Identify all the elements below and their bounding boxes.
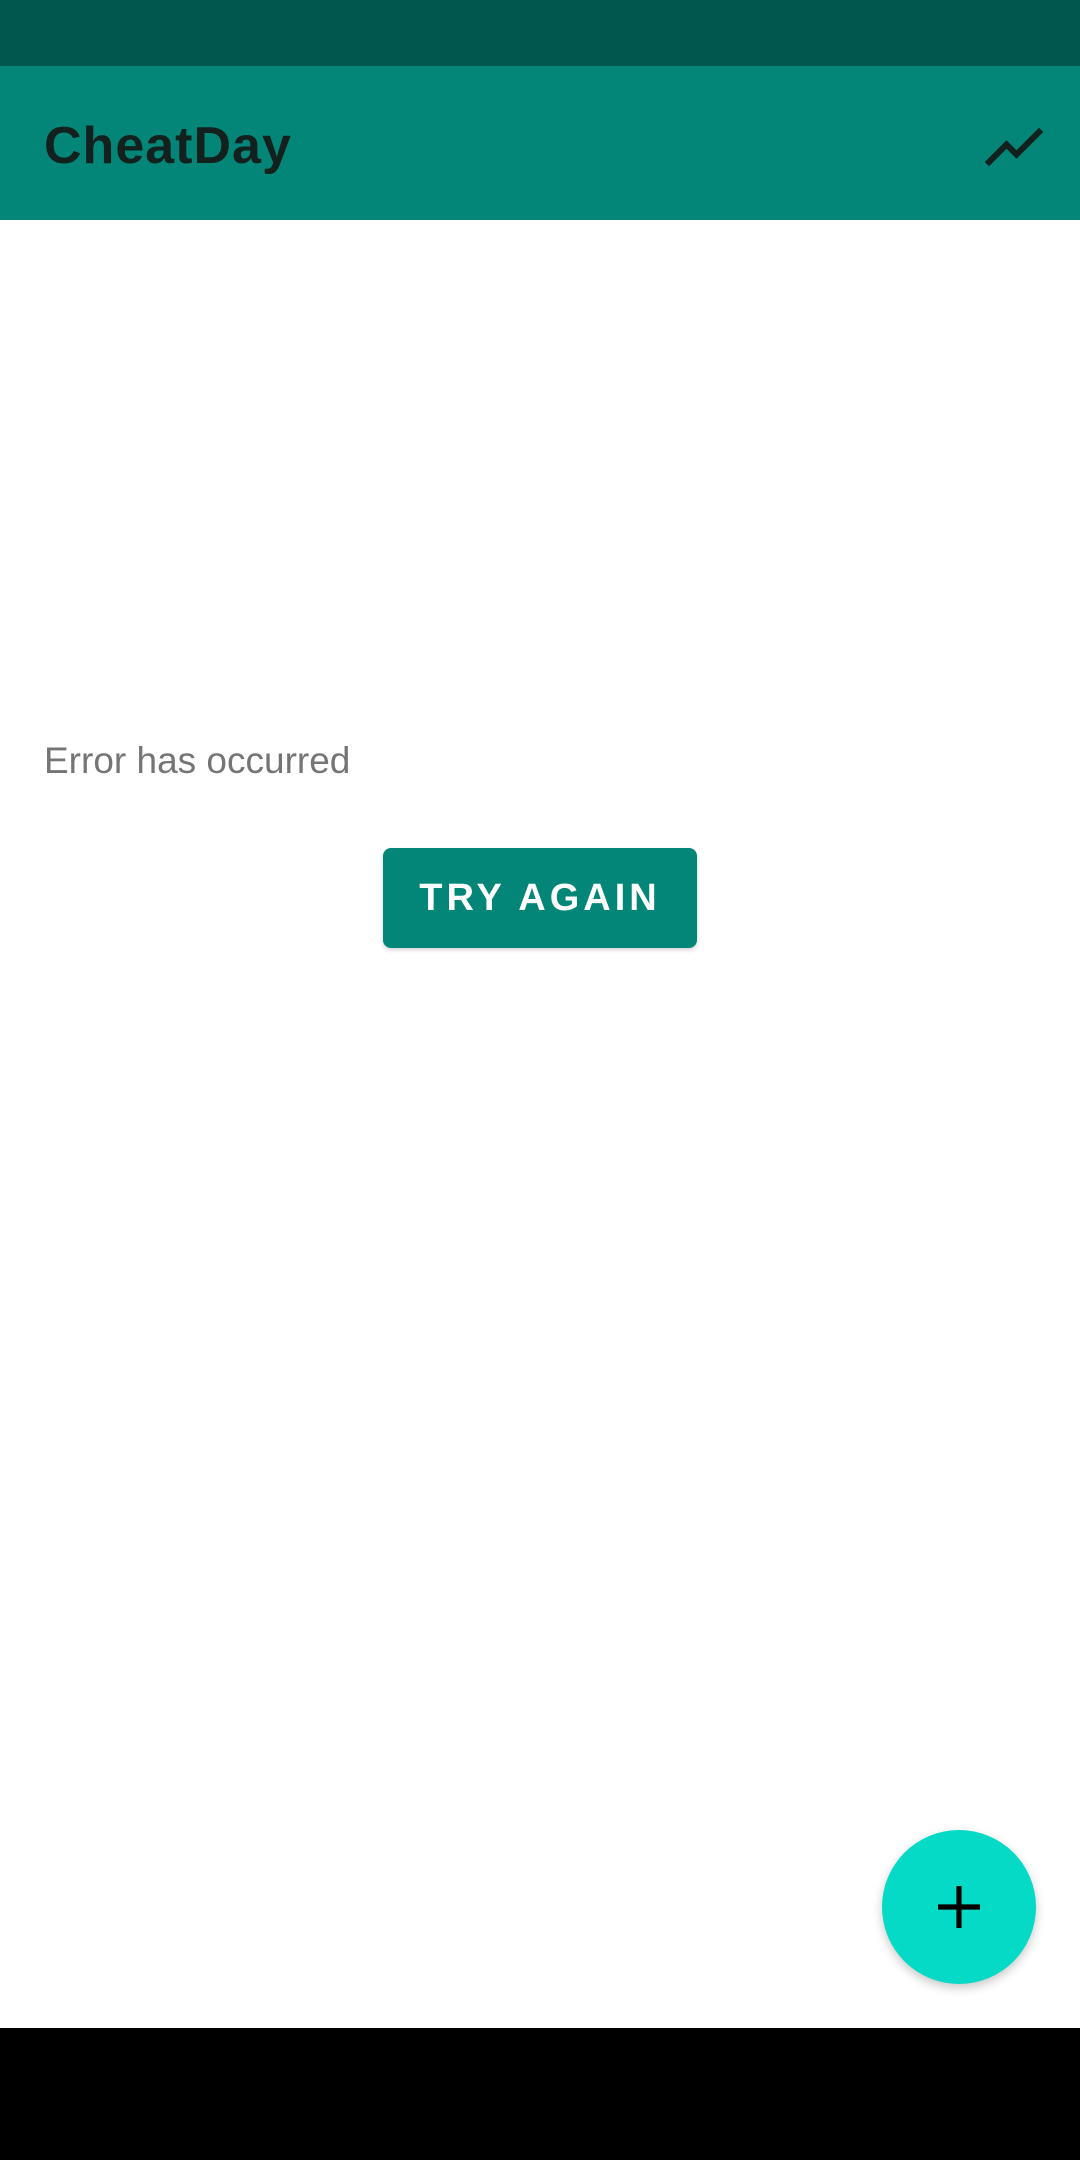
try-again-button[interactable]: TRY AGAIN	[383, 848, 697, 948]
trending-up-icon	[984, 127, 1044, 167]
plus-icon	[938, 1886, 980, 1928]
add-button[interactable]	[882, 1830, 1036, 1984]
error-message: Error has occurred	[44, 740, 351, 781]
trending-button[interactable]	[970, 103, 1058, 191]
app-bar: CheatDay	[0, 66, 1080, 220]
screen: CheatDay Error has occurred TRY AGAIN	[0, 0, 1080, 2160]
status-bar	[0, 0, 1080, 66]
app-title: CheatDay	[44, 117, 292, 175]
content-area	[0, 220, 1080, 2028]
navigation-bar	[0, 2028, 1080, 2160]
